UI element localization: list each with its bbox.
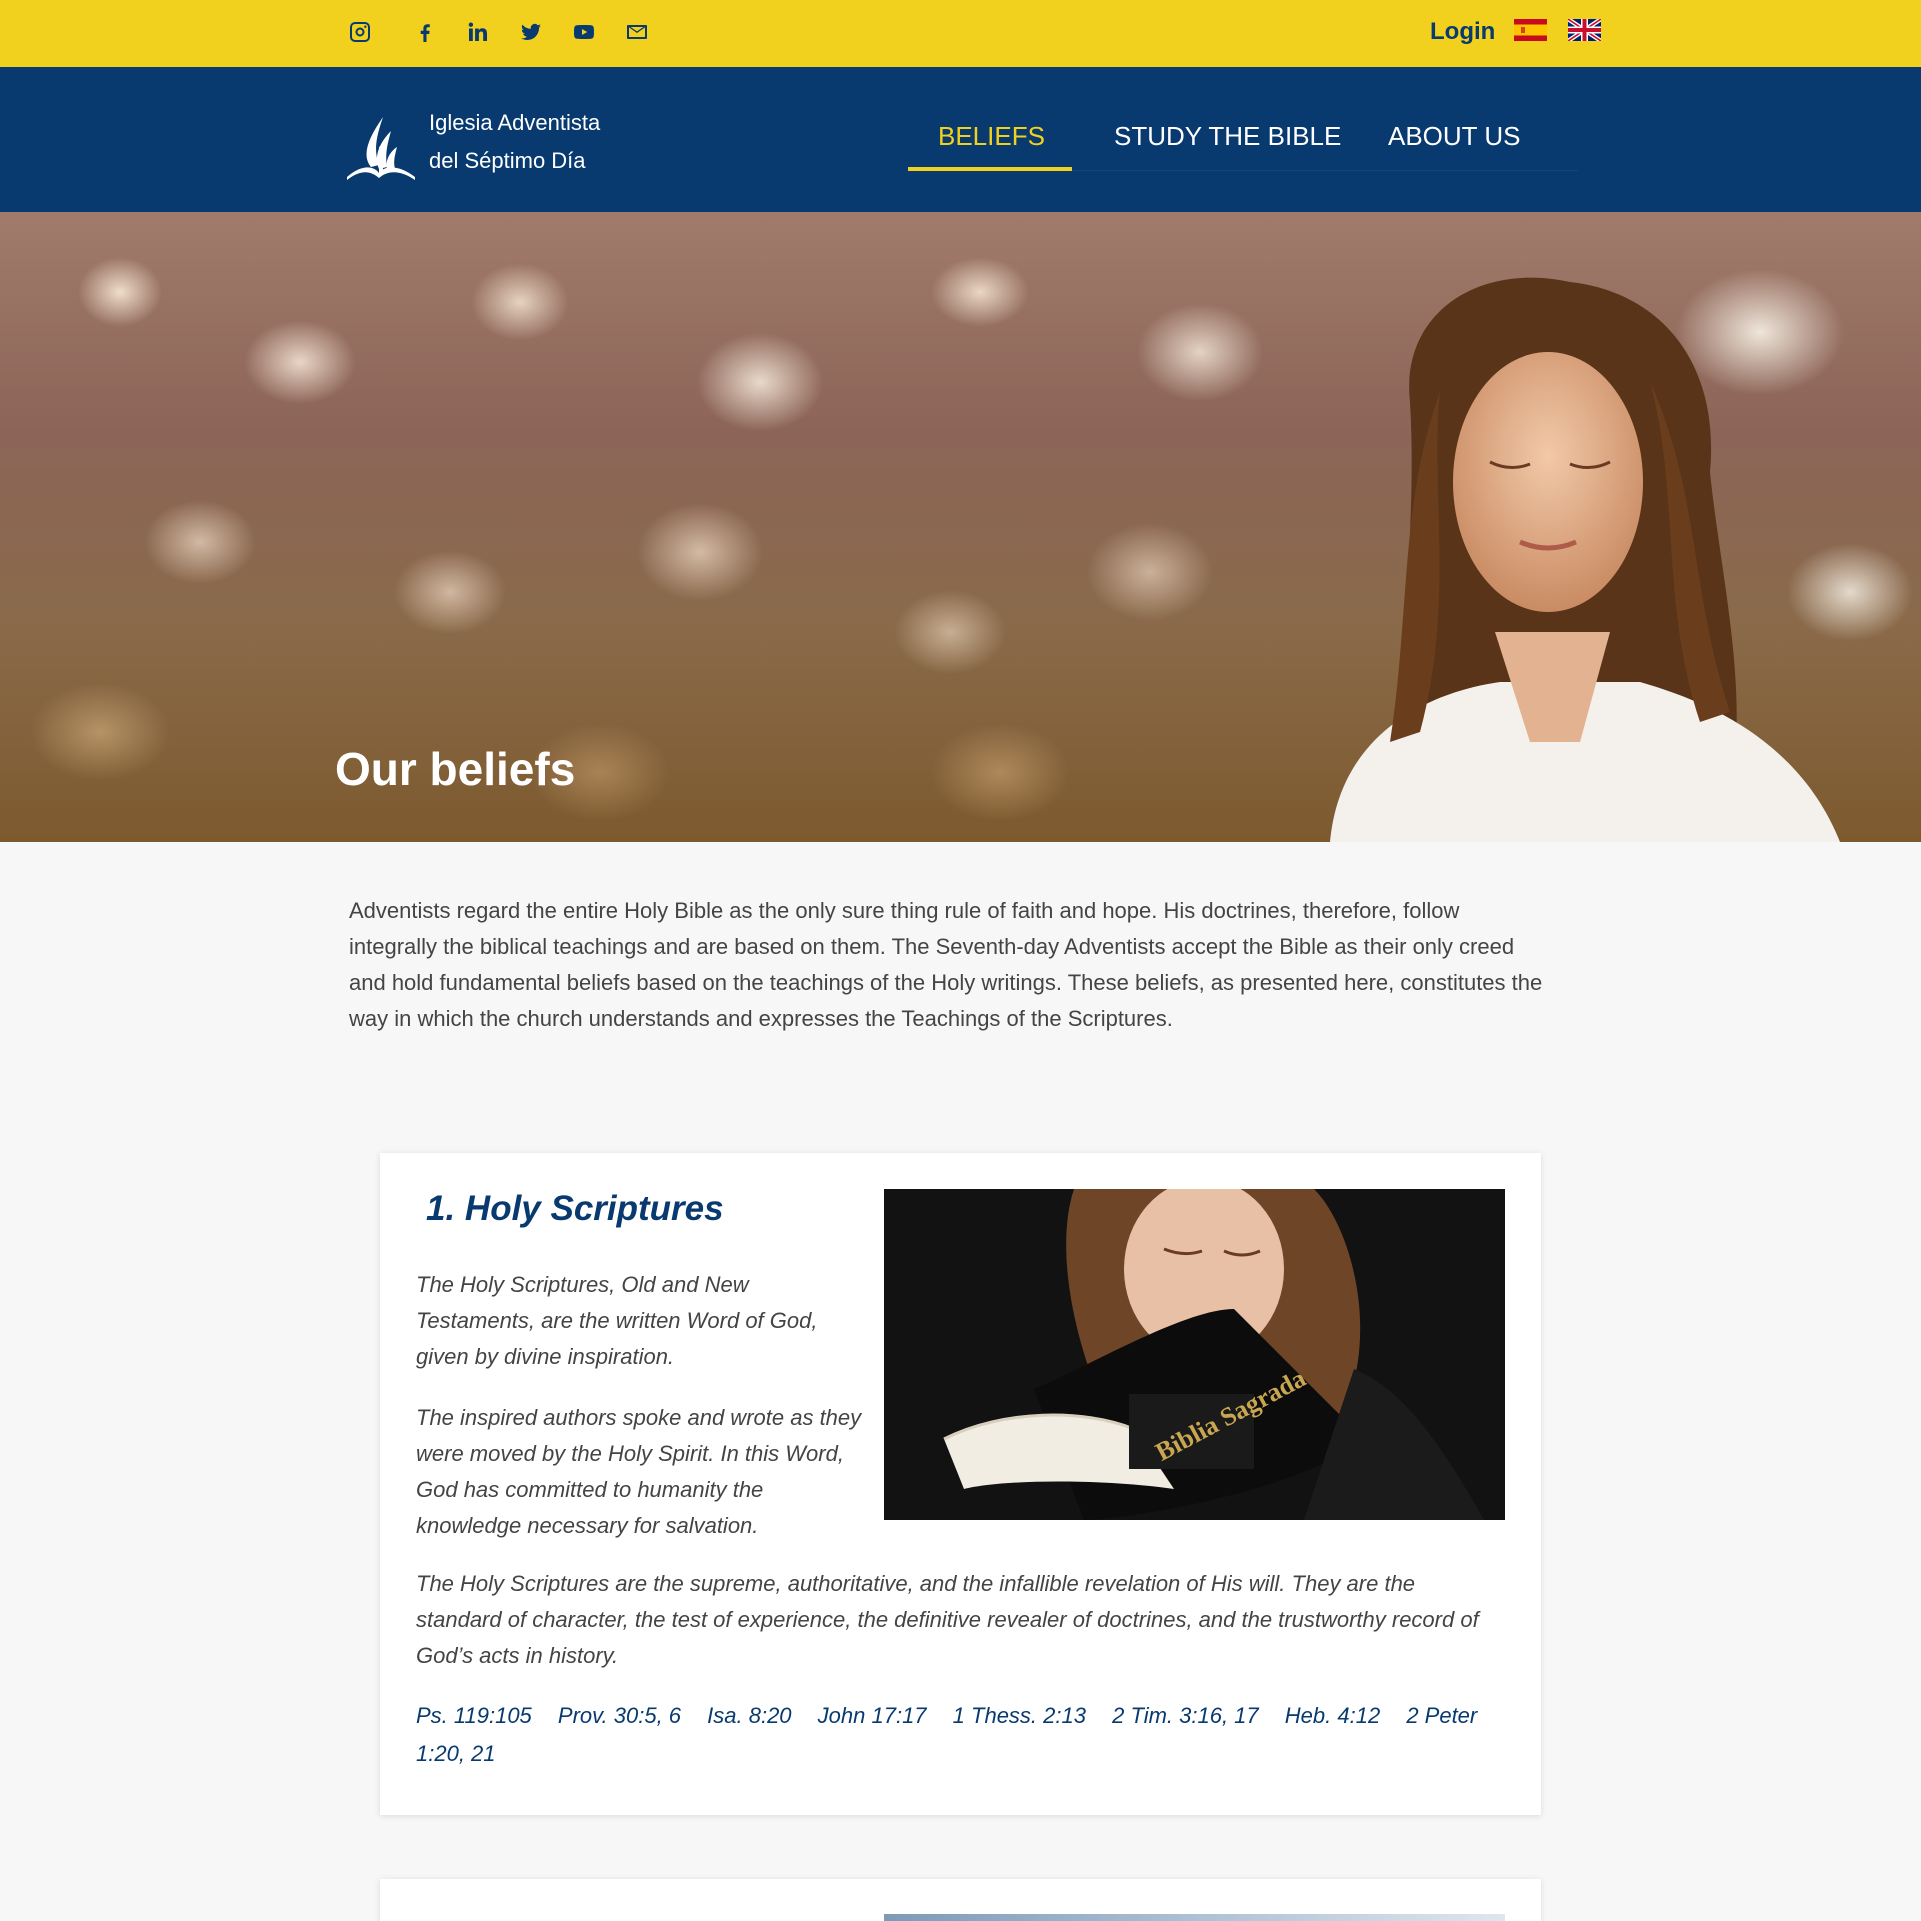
church-logo-icon[interactable] bbox=[343, 107, 419, 185]
hero-photo-woman bbox=[1330, 277, 1840, 842]
intro-paragraph: Adventists regard the entire Holy Bible … bbox=[349, 898, 1543, 1031]
belief-card-next bbox=[380, 1879, 1541, 1921]
twitter-icon[interactable] bbox=[504, 17, 557, 47]
scripture-reference-link[interactable]: Ps. 119:105 bbox=[416, 1703, 532, 1728]
envelope-icon[interactable] bbox=[610, 17, 663, 47]
belief-paragraph: The Holy Scriptures are the supreme, aut… bbox=[416, 1571, 1479, 1668]
instagram-icon[interactable] bbox=[345, 17, 375, 47]
brand-line-2: del Séptimo Día bbox=[429, 148, 586, 173]
nav-item-about-us[interactable]: ABOUT US bbox=[1358, 93, 1550, 171]
social-links bbox=[345, 17, 663, 47]
top-bar: Login bbox=[0, 0, 1921, 67]
page-title: Our beliefs bbox=[335, 743, 576, 795]
youtube-icon[interactable] bbox=[557, 17, 610, 47]
spanish-flag-icon[interactable] bbox=[1514, 19, 1547, 41]
belief-image-bible-reader: Biblia Sagrada bbox=[884, 1189, 1505, 1520]
belief-title: 1. Holy Scriptures bbox=[426, 1189, 724, 1228]
main-navbar: Iglesia Adventista del Séptimo Día BELIE… bbox=[0, 67, 1921, 212]
brand-name[interactable]: Iglesia Adventista del Séptimo Día bbox=[429, 104, 600, 180]
belief-paragraph: The inspired authors spoke and wrote as … bbox=[416, 1405, 862, 1538]
belief-card: 1. Holy Scriptures Biblia Sagrada The Ho… bbox=[380, 1153, 1541, 1815]
brand-line-1: Iglesia Adventista bbox=[429, 110, 601, 135]
scripture-reference-link[interactable]: John 17:17 bbox=[818, 1703, 927, 1728]
nav-item-beliefs[interactable]: BELIEFS bbox=[908, 93, 1072, 171]
english-flag-icon[interactable] bbox=[1568, 19, 1601, 41]
main-nav: BELIEFS STUDY THE BIBLE ABOUT US bbox=[908, 93, 1578, 171]
scripture-reference-link[interactable]: 1 Thess. 2:13 bbox=[953, 1703, 1086, 1728]
scripture-reference-link[interactable]: Isa. 8:20 bbox=[707, 1703, 791, 1728]
nav-item-study-the-bible[interactable]: STUDY THE BIBLE bbox=[1084, 93, 1346, 171]
belief-image-next bbox=[884, 1914, 1505, 1921]
scripture-references: Ps. 119:105 Prov. 30:5, 6 Isa. 8:20 John… bbox=[416, 1697, 1516, 1773]
belief-paragraph: The Holy Scriptures, Old and New Testame… bbox=[416, 1272, 818, 1369]
hero-banner: Our beliefs bbox=[0, 212, 1921, 842]
scripture-reference-link[interactable]: Prov. 30:5, 6 bbox=[558, 1703, 681, 1728]
facebook-icon[interactable] bbox=[398, 17, 451, 47]
linkedin-icon[interactable] bbox=[451, 17, 504, 47]
login-link[interactable]: Login bbox=[1430, 18, 1495, 46]
scripture-reference-link[interactable]: Heb. 4:12 bbox=[1285, 1703, 1380, 1728]
scripture-reference-link[interactable]: 2 Tim. 3:16, 17 bbox=[1112, 1703, 1259, 1728]
